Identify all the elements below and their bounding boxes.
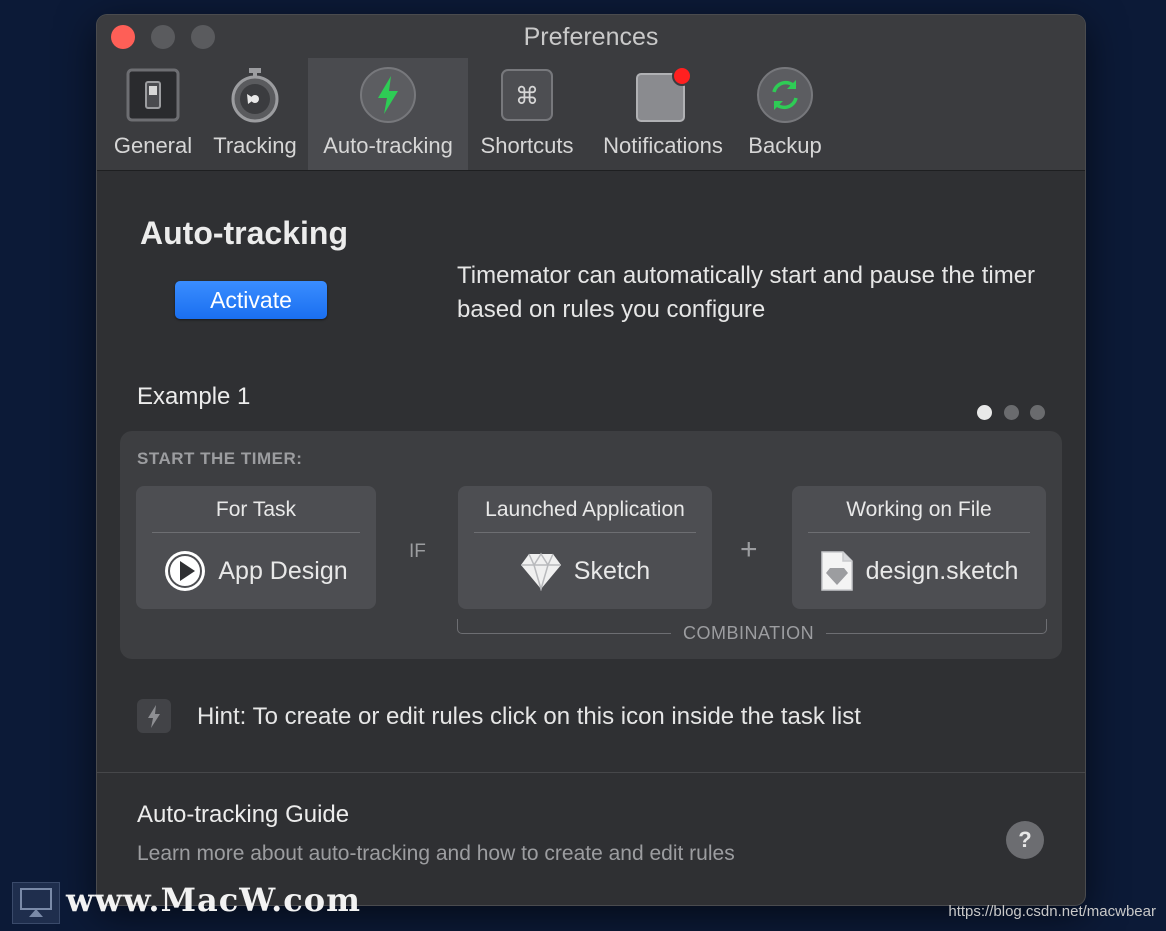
sync-icon (757, 67, 813, 123)
watermark-logo (12, 882, 60, 924)
page-dot-2[interactable] (1004, 405, 1019, 420)
tab-auto-tracking-label: Auto-tracking (323, 133, 453, 158)
working-on-file-header: Working on File (846, 498, 992, 521)
example-panel: START THE TIMER: For Task App Design IF … (120, 431, 1062, 659)
combination-label: COMBINATION (671, 623, 827, 644)
card-divider (808, 532, 1030, 533)
auto-tracking-pane: Auto-tracking Activate Timemator can aut… (97, 171, 1085, 905)
file-name: design.sketch (865, 556, 1019, 585)
window-title: Preferences (523, 23, 659, 51)
watermark-site: www.MacW.com (66, 881, 361, 919)
tab-general[interactable]: General (107, 58, 199, 170)
start-timer-label: START THE TIMER: (137, 449, 303, 468)
tab-tracking[interactable]: Tracking (207, 58, 303, 170)
tab-general-label: General (113, 133, 193, 158)
hint-lightning-icon (137, 699, 171, 733)
application-name: Sketch (573, 556, 651, 585)
switch-icon (126, 68, 180, 122)
for-task-header: For Task (215, 498, 297, 521)
launched-application-header: Launched Application (485, 498, 685, 521)
tab-notifications[interactable]: Notifications (591, 58, 735, 170)
plus-label: + (740, 533, 758, 566)
page-dot-1[interactable] (977, 405, 992, 420)
svg-text:⌘: ⌘ (515, 82, 539, 110)
tab-backup-label: Backup (748, 133, 822, 158)
tab-tracking-label: Tracking (213, 133, 297, 158)
sketch-diamond-icon (520, 552, 561, 591)
command-icon: ⌘ (501, 69, 553, 121)
tab-notifications-label: Notifications (603, 133, 723, 158)
page-dot-3[interactable] (1030, 405, 1045, 420)
card-divider (474, 532, 696, 533)
sketch-file-icon (820, 551, 853, 591)
section-divider (97, 772, 1085, 773)
card-divider (152, 532, 360, 533)
stopwatch-icon (231, 68, 279, 123)
lightning-icon (360, 67, 416, 123)
guide-title: Auto-tracking Guide (137, 801, 350, 828)
tab-auto-tracking[interactable]: Auto-tracking (308, 58, 468, 170)
tab-shortcuts[interactable]: ⌘ Shortcuts (472, 58, 582, 170)
activate-button[interactable]: Activate (175, 281, 327, 319)
watermark-url: https://blog.csdn.net/macwbear (948, 903, 1156, 920)
titlebar: Preferences General Tracking Auto-tracki… (97, 15, 1085, 171)
tab-backup[interactable]: Backup (741, 58, 829, 170)
guide-subtitle: Learn more about auto-tracking and how t… (137, 842, 735, 865)
description-text: Timemator can automatically start and pa… (457, 262, 1036, 323)
task-name: App Design (218, 556, 348, 585)
launched-application-card: Launched Application Sketch (458, 486, 712, 609)
example-title: Example 1 (137, 383, 251, 410)
tab-shortcuts-label: Shortcuts (480, 133, 574, 158)
play-icon (165, 551, 206, 591)
working-on-file-card: Working on File design.sketch (792, 486, 1046, 609)
notification-badge-icon (636, 66, 692, 122)
page-title: Auto-tracking (140, 215, 348, 251)
help-button[interactable]: ? (1006, 821, 1044, 859)
if-label: IF (409, 541, 426, 562)
for-task-card: For Task App Design (136, 486, 376, 609)
preferences-window: Preferences General Tracking Auto-tracki… (97, 15, 1085, 905)
hint-text: Hint: To create or edit rules click on t… (197, 703, 861, 730)
